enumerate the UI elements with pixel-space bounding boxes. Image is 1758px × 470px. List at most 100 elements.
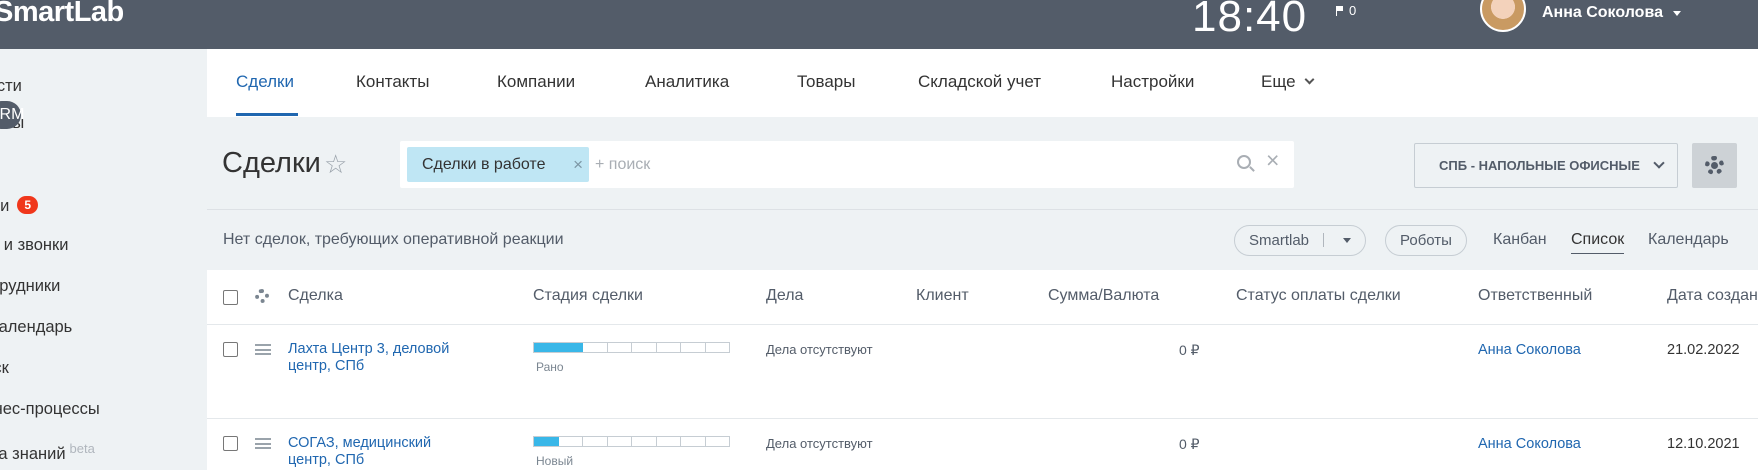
row-checkbox[interactable] <box>223 342 238 357</box>
tab-more-label: Еще <box>1261 72 1296 91</box>
clock[interactable]: 18:40 <box>1192 0 1307 42</box>
sidebar-item-label: Сотрудники <box>0 277 61 295</box>
beta-label: beta <box>69 441 95 456</box>
sidebar-item-chats[interactable]: Чаты и звонки <box>0 236 68 255</box>
stage-segment[interactable] <box>632 437 657 446</box>
sidebar-item-label: Новости <box>0 77 22 95</box>
clear-icon[interactable]: × <box>1266 149 1279 172</box>
chevron-down-icon <box>1304 74 1315 85</box>
sidebar-item-disk[interactable]: Диск <box>0 359 9 378</box>
column-header-client[interactable]: Клиент <box>916 287 969 305</box>
chevron-down-icon[interactable] <box>1673 11 1681 16</box>
created-date: 12.10.2021 <box>1667 436 1740 452</box>
stage-progress-bar[interactable] <box>533 436 730 447</box>
divider <box>207 418 1758 419</box>
divider <box>207 324 1758 325</box>
app-logo[interactable]: SmartLab <box>0 0 124 29</box>
deal-link[interactable]: Лахта Центр 3, деловой центр, СПб <box>288 341 468 375</box>
column-header-activities[interactable]: Дела <box>766 287 803 305</box>
stage-segment[interactable] <box>681 343 706 352</box>
tab-companies[interactable]: Компании <box>497 72 575 92</box>
close-icon[interactable]: × <box>573 147 583 182</box>
robots-button[interactable]: Роботы <box>1385 225 1467 256</box>
crm-tabs: Сделки Контакты Компании Аналитика Товар… <box>207 49 1758 117</box>
column-header-responsible[interactable]: Ответственный <box>1478 287 1592 305</box>
smartlab-button-label: Smartlab <box>1249 232 1310 249</box>
stage-segment[interactable] <box>583 343 608 352</box>
responsible-link[interactable]: Анна Соколова <box>1478 436 1581 452</box>
column-header-payment-status[interactable]: Статус оплаты сделки <box>1236 287 1401 305</box>
tab-settings[interactable]: Настройки <box>1111 72 1194 92</box>
user-avatar[interactable] <box>1480 0 1526 32</box>
sum-cell: 0 ₽ <box>1179 436 1200 452</box>
stage-label: Новый <box>536 454 574 468</box>
column-header-sum[interactable]: Сумма/Валюта <box>1048 287 1159 305</box>
drag-handle-icon[interactable] <box>255 438 271 449</box>
view-kanban[interactable]: Канбан <box>1493 231 1547 249</box>
view-list[interactable]: Список <box>1571 231 1625 254</box>
chevron-down-icon[interactable] <box>1343 238 1352 243</box>
stage-segment[interactable] <box>558 343 583 352</box>
stage-segment[interactable] <box>657 343 681 352</box>
gear-icon[interactable] <box>255 289 269 303</box>
stage-segment[interactable] <box>632 343 657 352</box>
column-header-deal[interactable]: Сделка <box>288 287 343 305</box>
tab-more[interactable]: Еще <box>1261 72 1315 92</box>
stage-segment[interactable] <box>534 343 559 352</box>
notifications-counter[interactable]: 0 <box>1336 3 1356 18</box>
tab-contacts[interactable]: Контакты <box>356 72 429 92</box>
filter-chip-label: Сделки в работе <box>422 156 546 173</box>
page-title: Сделки <box>222 147 321 179</box>
deal-link[interactable]: СОГАЗ, медицинский центр, СПб <box>288 435 468 469</box>
created-date: 21.02.2022 <box>1667 342 1740 358</box>
gear-icon <box>1705 156 1724 175</box>
top-bar: SmartLab 18:40 0 Анна Соколова <box>0 0 1758 49</box>
user-name[interactable]: Анна Соколова <box>1542 4 1663 22</box>
tab-warehouse[interactable]: Складской учет <box>918 72 1041 92</box>
stage-progress-bar[interactable] <box>533 342 730 353</box>
sidebar-item-label: CRM <box>0 106 25 123</box>
info-text: Нет сделок, требующих оперативной реакци… <box>223 231 564 248</box>
sidebar-item-news[interactable]: Новости <box>0 77 22 96</box>
category-select-button[interactable]: СПБ - НАПОЛЬНЫЕ ОФИСНЫЕ <box>1414 143 1678 188</box>
row-checkbox[interactable] <box>223 436 238 451</box>
stage-segment[interactable] <box>706 343 730 352</box>
stage-segment[interactable] <box>559 437 583 446</box>
view-calendar[interactable]: Календарь <box>1648 231 1729 249</box>
stage-segment[interactable] <box>608 343 632 352</box>
column-header-created[interactable]: Дата создания <box>1667 287 1758 305</box>
stage-segment[interactable] <box>706 437 730 446</box>
sidebar-item-knowledge-base[interactable]: База знанийbeta <box>0 441 95 464</box>
sidebar-item-label: Задачи <box>0 197 10 215</box>
select-all-checkbox[interactable] <box>223 290 238 305</box>
search-input[interactable] <box>595 149 1215 180</box>
sidebar-item-label: Бизнес-процессы <box>0 400 100 418</box>
chevron-down-icon <box>1653 157 1665 169</box>
smartlab-button[interactable]: Smartlab <box>1234 225 1367 256</box>
settings-button[interactable] <box>1692 143 1737 188</box>
stage-segment[interactable] <box>534 437 559 446</box>
drag-handle-icon[interactable] <box>255 344 271 355</box>
stage-segment[interactable] <box>681 437 706 446</box>
stage-segment[interactable] <box>657 437 681 446</box>
search-icon[interactable] <box>1237 155 1251 169</box>
sidebar-item-calendar[interactable]: Календарь <box>0 318 72 337</box>
activities-cell[interactable]: Дела отсутствуют <box>766 436 873 451</box>
responsible-link[interactable]: Анна Соколова <box>1478 342 1581 358</box>
filter-chip[interactable]: Сделки в работе × <box>407 147 589 182</box>
star-icon[interactable]: ☆ <box>324 151 347 177</box>
tab-analytics[interactable]: Аналитика <box>645 72 729 92</box>
stage-segment[interactable] <box>608 437 632 446</box>
sidebar-item-label: Диск <box>0 359 9 377</box>
tab-products[interactable]: Товары <box>797 72 855 92</box>
sidebar-item-employees[interactable]: Сотрудники <box>0 277 60 296</box>
tab-deals[interactable]: Сделки <box>236 72 294 92</box>
notifications-count: 0 <box>1349 3 1357 18</box>
filter-search-box[interactable]: Сделки в работе × × <box>400 141 1294 188</box>
sidebar-item-label: Календарь <box>0 318 73 336</box>
column-header-stage[interactable]: Стадия сделки <box>533 287 643 305</box>
sidebar-item-tasks[interactable]: Задачи 5 <box>0 196 39 216</box>
activities-cell[interactable]: Дела отсутствуют <box>766 342 873 357</box>
sidebar-item-business-processes[interactable]: Бизнес-процессы <box>0 400 100 419</box>
stage-segment[interactable] <box>583 437 608 446</box>
